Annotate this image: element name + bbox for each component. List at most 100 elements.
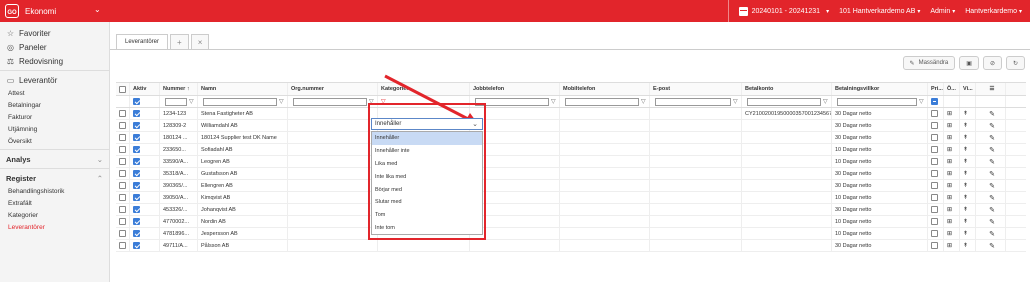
row-pri-cell[interactable]	[928, 216, 944, 227]
pri-checkbox[interactable]	[931, 230, 938, 237]
table-row[interactable]: 128309-2 Williamdahl AB 30 Dagar netto ⊞ ↟ ✎	[116, 120, 1026, 132]
column-menu-icon[interactable]: ☰	[976, 83, 1006, 95]
filter-orgnummer[interactable]: ▽	[288, 96, 378, 107]
filter-input[interactable]	[655, 97, 731, 106]
account-menu[interactable]: Hantverkardemo ▾	[965, 8, 1022, 15]
row-edit-cell[interactable]: ✎	[976, 192, 1006, 203]
row-aktiv-cell[interactable]	[130, 120, 160, 131]
row-edit-cell[interactable]: ✎	[976, 156, 1006, 167]
aktiv-checkbox[interactable]	[133, 182, 140, 189]
row-aktiv-cell[interactable]	[130, 168, 160, 179]
column-header-nummer[interactable]: Nummer ↑	[160, 83, 198, 95]
chevron-down-icon[interactable]: ⌄	[94, 5, 101, 14]
sidebar-subitem-kategorier[interactable]: Kategorier	[0, 209, 109, 221]
aktiv-checkbox[interactable]	[133, 230, 140, 237]
row-pri-cell[interactable]	[928, 180, 944, 191]
clear-filter-button[interactable]: ⊘	[982, 56, 1002, 70]
row-select-cell[interactable]	[116, 132, 130, 143]
filter-input[interactable]	[837, 97, 917, 106]
filter-option[interactable]: Inte lika med	[372, 170, 482, 183]
sidebar-subitem-attest[interactable]: Attest	[0, 87, 109, 99]
filter-option[interactable]: Börjar med	[372, 183, 482, 196]
period-selector[interactable]: 20240101 - 20241231 ▾	[738, 6, 829, 16]
row-edit-cell[interactable]: ✎	[976, 216, 1006, 227]
pri-checkbox[interactable]	[931, 206, 938, 213]
select-all-cell[interactable]	[116, 83, 130, 95]
row-select-cell[interactable]	[116, 120, 130, 131]
user-menu[interactable]: Admin ▾	[930, 8, 955, 15]
row-pri-cell[interactable]	[928, 108, 944, 119]
filter-epost[interactable]: ▽	[650, 96, 742, 107]
row-aktiv-cell[interactable]	[130, 180, 160, 191]
app-name[interactable]: Ekonomi	[25, 7, 56, 16]
edit-icon[interactable]: ✎	[989, 218, 995, 226]
row-pri-cell[interactable]	[928, 132, 944, 143]
column-header-betalningsvillkor[interactable]: Betalningsvillkor	[832, 83, 928, 95]
sidebar-section-analys[interactable]: Analys ⌄	[0, 152, 109, 166]
row-select-cell[interactable]	[116, 108, 130, 119]
pri-checkbox[interactable]	[931, 146, 938, 153]
filter-condition-select[interactable]: Innehåller ⌄	[371, 118, 483, 130]
row-aktiv-cell[interactable]	[130, 240, 160, 251]
filter-pri-checkbox[interactable]	[931, 98, 938, 105]
column-header-pri[interactable]: Pri...	[928, 83, 944, 95]
row-pri-cell[interactable]	[928, 120, 944, 131]
sidebar-subitem-extrafalt[interactable]: Extrafält	[0, 197, 109, 209]
filter-option[interactable]: Innehåller inte	[372, 145, 482, 158]
mass-edit-button[interactable]: ✎ Massändra	[902, 56, 956, 70]
row-edit-cell[interactable]: ✎	[976, 180, 1006, 191]
filter-option[interactable]: Innehåller	[372, 132, 482, 145]
aktiv-checkbox[interactable]	[133, 206, 140, 213]
pri-checkbox[interactable]	[931, 218, 938, 225]
row-select-cell[interactable]	[116, 204, 130, 215]
row-select-cell[interactable]	[116, 228, 130, 239]
aktiv-checkbox[interactable]	[133, 242, 140, 249]
row-checkbox[interactable]	[119, 134, 126, 141]
filter-icon[interactable]: ▽	[919, 98, 927, 105]
sidebar-item-favoriter[interactable]: ☆ Favoriter	[0, 26, 109, 40]
table-row[interactable]: 39050/A... Kimqvist AB 10 Dagar netto ⊞ ↟ ✎	[116, 192, 1026, 204]
row-checkbox[interactable]	[119, 182, 126, 189]
filter-icon[interactable]: ▽	[733, 98, 741, 105]
filter-icon[interactable]: ▽	[823, 98, 831, 105]
edit-icon[interactable]: ✎	[989, 110, 995, 118]
table-row[interactable]: 390365/... Ellengren AB 30 Dagar netto ⊞ ↟ ✎	[116, 180, 1026, 192]
edit-icon[interactable]: ✎	[989, 194, 995, 202]
edit-icon[interactable]: ✎	[989, 206, 995, 214]
column-header-betalkonto[interactable]: Betalkonto	[742, 83, 832, 95]
pri-checkbox[interactable]	[931, 134, 938, 141]
aktiv-checkbox[interactable]	[133, 110, 140, 117]
table-row[interactable]: 4781896... Jespersson AB 10 Dagar netto ⊞ ↟ ✎	[116, 228, 1026, 240]
sidebar-item-leverantor[interactable]: ▭ Leverantör	[0, 73, 109, 87]
filter-aktiv-checkbox[interactable]	[133, 98, 140, 105]
row-select-cell[interactable]	[116, 168, 130, 179]
row-aktiv-cell[interactable]	[130, 204, 160, 215]
tab-leverantorer[interactable]: Leverantörer	[116, 34, 169, 49]
row-edit-cell[interactable]: ✎	[976, 204, 1006, 215]
row-select-cell[interactable]	[116, 240, 130, 251]
aktiv-checkbox[interactable]	[133, 134, 140, 141]
row-edit-cell[interactable]: ✎	[976, 240, 1006, 251]
filter-input[interactable]	[293, 97, 367, 106]
column-header-o[interactable]: Ö...	[944, 83, 960, 95]
sidebar-subitem-utjamning[interactable]: Utjämning	[0, 123, 109, 135]
select-all-checkbox[interactable]	[119, 85, 126, 93]
filter-icon[interactable]: ▽	[551, 98, 559, 105]
filter-betalningsvillkor[interactable]: ▽	[832, 96, 928, 107]
row-aktiv-cell[interactable]	[130, 192, 160, 203]
row-aktiv-cell[interactable]	[130, 228, 160, 239]
sidebar-item-redovisning[interactable]: ⚖ Redovisning	[0, 54, 109, 68]
filter-nummer[interactable]: ▽	[160, 96, 198, 107]
table-row[interactable]: 233650... Sofiadahl AB 10 Dagar netto ⊞ ↟ ✎	[116, 144, 1026, 156]
row-aktiv-cell[interactable]	[130, 108, 160, 119]
table-row[interactable]: 4770002... Nordin AB 10 Dagar netto ⊞ ↟ ✎	[116, 216, 1026, 228]
column-header-vi[interactable]: Vi...	[960, 83, 976, 95]
row-checkbox[interactable]	[119, 170, 126, 177]
filter-option[interactable]: Tom	[372, 209, 482, 222]
close-tab-button[interactable]: ×	[190, 34, 210, 49]
row-edit-cell[interactable]: ✎	[976, 120, 1006, 131]
table-row[interactable]: 180124 ... 180124 Supplier test DK Name 30…	[116, 132, 1026, 144]
aktiv-checkbox[interactable]	[133, 158, 140, 165]
row-checkbox[interactable]	[119, 146, 126, 153]
row-edit-cell[interactable]: ✎	[976, 108, 1006, 119]
